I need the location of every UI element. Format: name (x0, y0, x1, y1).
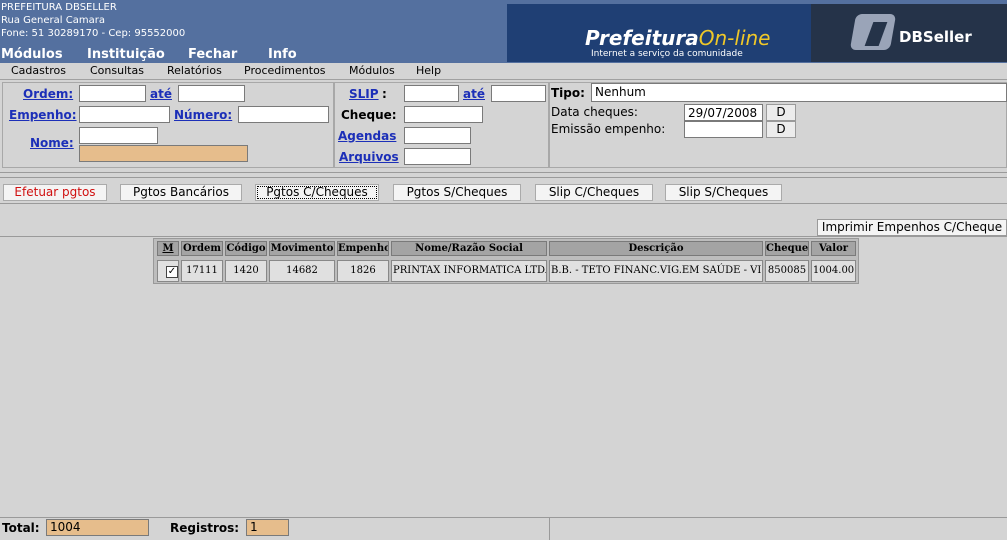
footer-divider (0, 517, 1007, 518)
cell-valor: 1004.00 (811, 260, 856, 282)
col-header-ordem[interactable]: Ordem (181, 241, 223, 256)
menu-bar: Cadastros Consultas Relatórios Procedime… (0, 63, 1007, 80)
emissao-date-button[interactable]: D (766, 121, 796, 138)
tab-pgtos-c-cheques[interactable]: Pgtos C/Cheques (255, 184, 379, 201)
top-menu-instituicao[interactable]: Instituição (87, 47, 165, 62)
slip-from-input[interactable] (404, 85, 459, 102)
cell-empenho: 1826 (337, 260, 389, 282)
cell-nome: PRINTAX INFORMATICA LTDA (391, 260, 547, 282)
ordem-link[interactable]: Ordem: (23, 87, 73, 101)
tipo-label: Tipo: (551, 86, 585, 100)
menu-help[interactable]: Help (416, 64, 441, 77)
banner-tagline: Internet a serviço da comunidade (591, 49, 743, 59)
agendas-input[interactable] (404, 127, 471, 144)
col-header-cheque[interactable]: Cheque (765, 241, 809, 256)
dbseller-logo: DBSeller (811, 4, 1007, 62)
prefeitura-online-logo: PrefeituraOn-line (585, 26, 771, 50)
payments-table: M Ordem Código Movimento Empenho Nome/Ra… (153, 238, 859, 284)
emissao-empenho-label: Emissão empenho: (551, 122, 666, 136)
col-header-movimento[interactable]: Movimento (269, 241, 335, 256)
divider (0, 203, 1007, 204)
cheque-input[interactable] (404, 106, 483, 123)
top-menu-info[interactable]: Info (268, 47, 297, 62)
top-menu-modulos[interactable]: Módulos (1, 47, 63, 62)
col-header-nome[interactable]: Nome/Razão Social (391, 241, 547, 256)
agendas-link[interactable]: Agendas (338, 129, 396, 143)
cell-cheque: 850085 (765, 260, 809, 282)
top-menu: Módulos Instituição Fechar Info (0, 47, 500, 63)
menu-procedimentos[interactable]: Procedimentos (244, 64, 326, 77)
ordem-ate-link[interactable]: até (150, 87, 172, 101)
top-menu-fechar[interactable]: Fechar (188, 47, 237, 62)
col-header-empenho[interactable]: Empenho (337, 241, 389, 256)
nome-link[interactable]: Nome: (30, 136, 74, 150)
org-name: PREFEITURA DBSELLER (1, 2, 117, 13)
numero-input[interactable] (238, 106, 329, 123)
cell-movimento: 14682 (269, 260, 335, 282)
org-contact: Fone: 51 30289170 - Cep: 95552000 (1, 28, 186, 39)
tab-slip-c-cheques[interactable]: Slip C/Cheques (535, 184, 653, 201)
tipo-select[interactable]: Nenhum (591, 83, 1007, 102)
empenho-link[interactable]: Empenho: (9, 108, 77, 122)
slip-to-input[interactable] (491, 85, 546, 102)
nome-code-input[interactable] (79, 127, 158, 144)
ordem-from-input[interactable] (79, 85, 146, 102)
divider (0, 236, 1007, 237)
data-cheques-label: Data cheques: (551, 105, 638, 119)
data-cheques-date-button[interactable]: D (766, 104, 796, 121)
registros-value: 1 (246, 519, 289, 536)
menu-modulos[interactable]: Módulos (349, 64, 395, 77)
slip-ate-link[interactable]: até (463, 87, 485, 101)
org-address: Rua General Camara (1, 15, 105, 26)
ordem-to-input[interactable] (178, 85, 245, 102)
cell-codigo: 1420 (225, 260, 267, 282)
col-header-descricao[interactable]: Descrição (549, 241, 763, 256)
prefeitura-banner: PrefeituraOn-line Internet a serviço da … (507, 4, 1007, 62)
tab-efetuar-pgtos[interactable]: Efetuar pgtos (3, 184, 107, 201)
tab-slip-s-cheques[interactable]: Slip S/Cheques (665, 184, 782, 201)
cell-ordem: 17111 (181, 260, 223, 282)
tab-pgtos-s-cheques[interactable]: Pgtos S/Cheques (393, 184, 521, 201)
empenho-input[interactable] (79, 106, 170, 123)
menu-consultas[interactable]: Consultas (90, 64, 144, 77)
col-header-codigo[interactable]: Código (225, 241, 267, 256)
app-header: PREFEITURA DBSELLER Rua General Camara F… (0, 0, 1007, 64)
menu-cadastros[interactable]: Cadastros (11, 64, 66, 77)
col-header-valor[interactable]: Valor (811, 241, 856, 256)
col-header-m[interactable]: M (157, 241, 179, 256)
arquivos-link[interactable]: Arquivos (339, 150, 399, 164)
tab-pgtos-bancarios[interactable]: Pgtos Bancários (120, 184, 242, 201)
footer-divider-vertical (549, 518, 550, 540)
table-row: ✓ (157, 260, 179, 282)
cell-descricao: B.B. - TETO FINANC.VIG.EM SAÚDE - VISA (549, 260, 763, 282)
slip-colon: : (382, 87, 387, 101)
divider (0, 177, 1007, 178)
registros-label: Registros: (170, 521, 240, 535)
emissao-empenho-input[interactable] (684, 121, 763, 138)
arquivos-input[interactable] (404, 148, 471, 165)
cheque-label: Cheque: (341, 108, 397, 122)
numero-link[interactable]: Número: (174, 108, 232, 122)
row-select-checkbox[interactable]: ✓ (166, 266, 178, 278)
print-empenhos-button[interactable]: Imprimir Empenhos C/Cheque (817, 219, 1007, 236)
menu-relatorios[interactable]: Relatórios (167, 64, 222, 77)
data-cheques-input[interactable] (684, 104, 763, 121)
nome-readonly-field (79, 145, 248, 162)
divider (0, 172, 1007, 173)
slip-link[interactable]: SLIP (349, 87, 379, 101)
total-label: Total: (2, 521, 40, 535)
total-value: 1004 (46, 519, 149, 536)
